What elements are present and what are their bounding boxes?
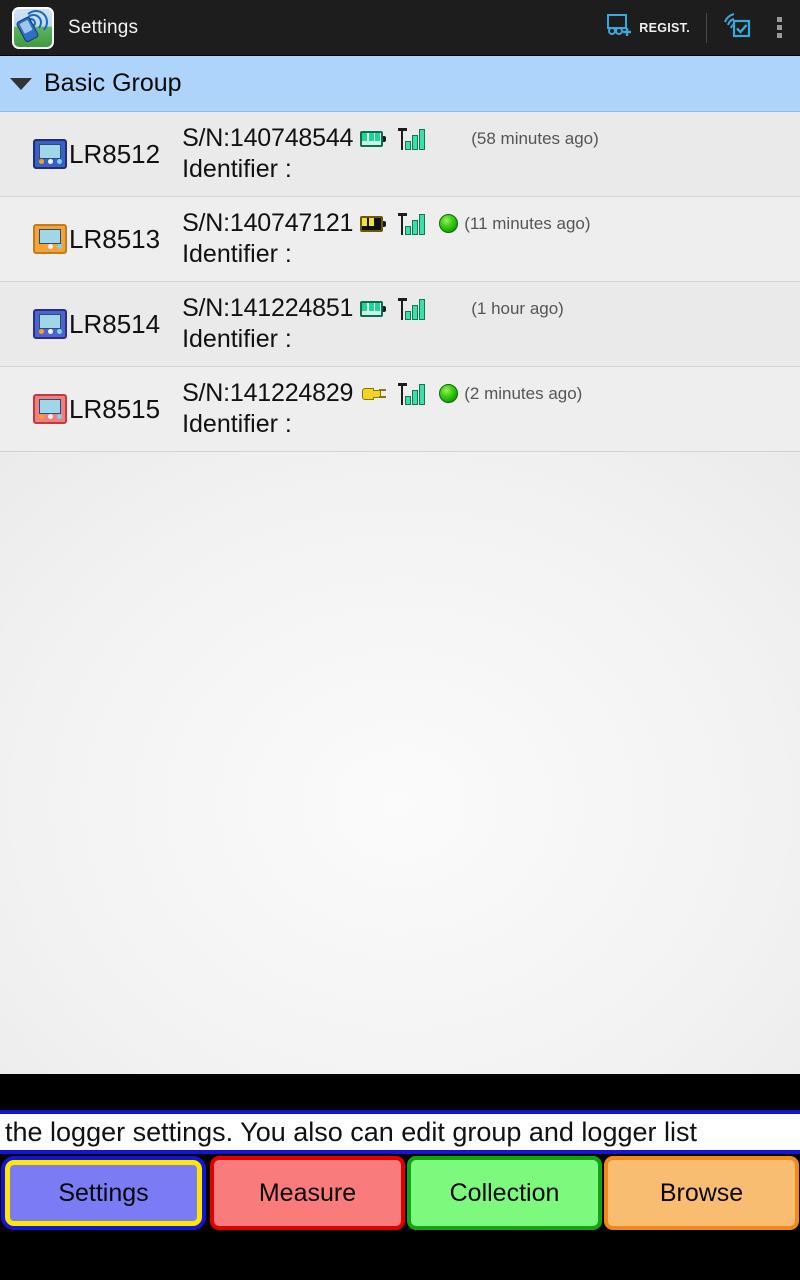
triangle-down-icon[interactable]: [10, 77, 32, 90]
logger-name: LR8514: [69, 308, 161, 339]
green-status-icon: [439, 384, 459, 403]
logger-device-icon: [33, 394, 67, 424]
last-seen: (58 minutes ago): [471, 128, 599, 148]
register-label: REGIST.: [639, 20, 690, 35]
green-status-icon: [439, 214, 459, 233]
identifier-label: Identifier :: [182, 325, 292, 353]
logger-device-icon: [33, 224, 67, 254]
logger-details: S/N:140748544 (58 minutes ago) Identifie…: [182, 124, 599, 184]
logger-name: LR8512: [69, 138, 161, 169]
logger-details: S/N:141224851 (1 hour ago) Identifier :: [182, 294, 564, 354]
battery-full-icon: [360, 300, 387, 317]
logger-list: LR8512 S/N:140748544 (58 minutes ago) Id…: [0, 112, 800, 1074]
signal-bars-icon: [398, 297, 426, 320]
add-device-icon: [607, 13, 633, 42]
tab-measure[interactable]: Measure: [210, 1156, 405, 1230]
identifier-label: Identifier :: [182, 410, 292, 438]
action-bar: Settings REGIST.: [0, 0, 800, 56]
tab-browse[interactable]: Browse: [604, 1156, 799, 1230]
wireless-check-button[interactable]: [713, 0, 761, 56]
battery-full-icon: [360, 130, 387, 147]
action-bar-actions: REGIST.: [597, 0, 800, 56]
signal-bars-icon: [398, 127, 426, 150]
action-divider: [706, 12, 707, 43]
overflow-menu-icon[interactable]: [761, 0, 800, 56]
tab-collection[interactable]: Collection: [407, 1156, 602, 1230]
list-item[interactable]: LR8512 S/N:140748544 (58 minutes ago) Id…: [0, 112, 800, 197]
battery-low-icon: [360, 215, 387, 232]
last-seen: (1 hour ago): [471, 298, 564, 318]
hint-marquee: t the logger settings. You also can edit…: [0, 1110, 800, 1154]
logger-details: S/N:141224829 (2 minutes ago) Identifier…: [182, 379, 582, 439]
logger-app-icon: [12, 6, 54, 49]
system-navigation-bar: [0, 1231, 800, 1280]
group-header[interactable]: Basic Group: [0, 56, 800, 112]
logger-device-icon: [33, 139, 67, 169]
wireless-check-icon: [723, 12, 751, 43]
tab-bar: Settings Measure Collection Browse: [0, 1155, 800, 1231]
ac-power-icon: [360, 385, 387, 403]
last-seen: (2 minutes ago): [464, 383, 583, 403]
logger-serial: S/N:140747121: [182, 209, 354, 237]
last-seen: (11 minutes ago): [464, 213, 591, 233]
signal-bars-icon: [398, 382, 426, 405]
hint-text: t the logger settings. You also can edit…: [0, 1116, 697, 1147]
logger-serial: S/N:141224829: [182, 379, 354, 407]
group-name: Basic Group: [44, 69, 182, 97]
signal-bars-icon: [398, 212, 426, 235]
list-item[interactable]: LR8514 S/N:141224851 (1 hour ago) Identi…: [0, 282, 800, 367]
register-logger-button[interactable]: REGIST.: [597, 0, 700, 56]
logger-serial: S/N:141224851: [182, 294, 354, 322]
identifier-label: Identifier :: [182, 155, 292, 183]
page-title: Settings: [68, 16, 139, 38]
logger-name: LR8513: [69, 223, 161, 254]
logger-serial: S/N:140748544: [182, 124, 354, 152]
logger-details: S/N:140747121 (11 minutes ago) Identifie…: [182, 209, 590, 269]
identifier-label: Identifier :: [182, 240, 292, 268]
logger-device-icon: [33, 309, 67, 339]
logger-name: LR8515: [69, 393, 161, 424]
tab-settings[interactable]: Settings: [5, 1160, 202, 1226]
app-screen: Settings REGIST. Basic Group LR8512 S/N:…: [0, 0, 800, 1280]
list-item[interactable]: LR8515 S/N:141224829 (2 minutes ago) Ide: [0, 367, 800, 452]
list-item[interactable]: LR8513 S/N:140747121 (11 minutes ago) Id: [0, 197, 800, 282]
